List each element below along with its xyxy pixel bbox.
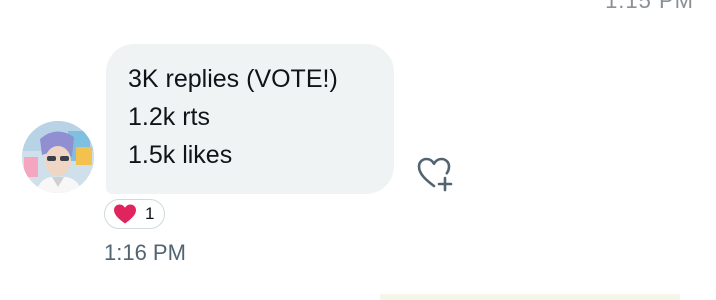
message-line-likes: 1.5k likes — [128, 141, 233, 169]
heart-plus-icon — [417, 157, 453, 192]
message-timestamp: 1:16 PM — [104, 240, 186, 265]
message-bubble[interactable]: 3K replies (VOTE!) 1.2k rts 1.5k likes — [106, 44, 394, 194]
message-line-replies: 3K replies (VOTE!) — [128, 65, 338, 93]
next-message-edge — [380, 294, 680, 300]
previous-message-timestamp: 1:15 PM — [605, 0, 694, 13]
avatar[interactable] — [22, 121, 94, 193]
avatar-image — [22, 121, 94, 193]
reaction-pill[interactable]: 1 — [104, 199, 166, 229]
message-line-retweets: 1.2k rts — [128, 103, 210, 131]
dm-conversation: 1:15 PM 3K replies (VOTE!) 1.2k rts 1.5k… — [0, 0, 716, 300]
reaction-count: 1 — [145, 204, 155, 223]
add-reaction-button[interactable] — [410, 149, 458, 197]
heart-emoji-icon — [114, 204, 136, 224]
